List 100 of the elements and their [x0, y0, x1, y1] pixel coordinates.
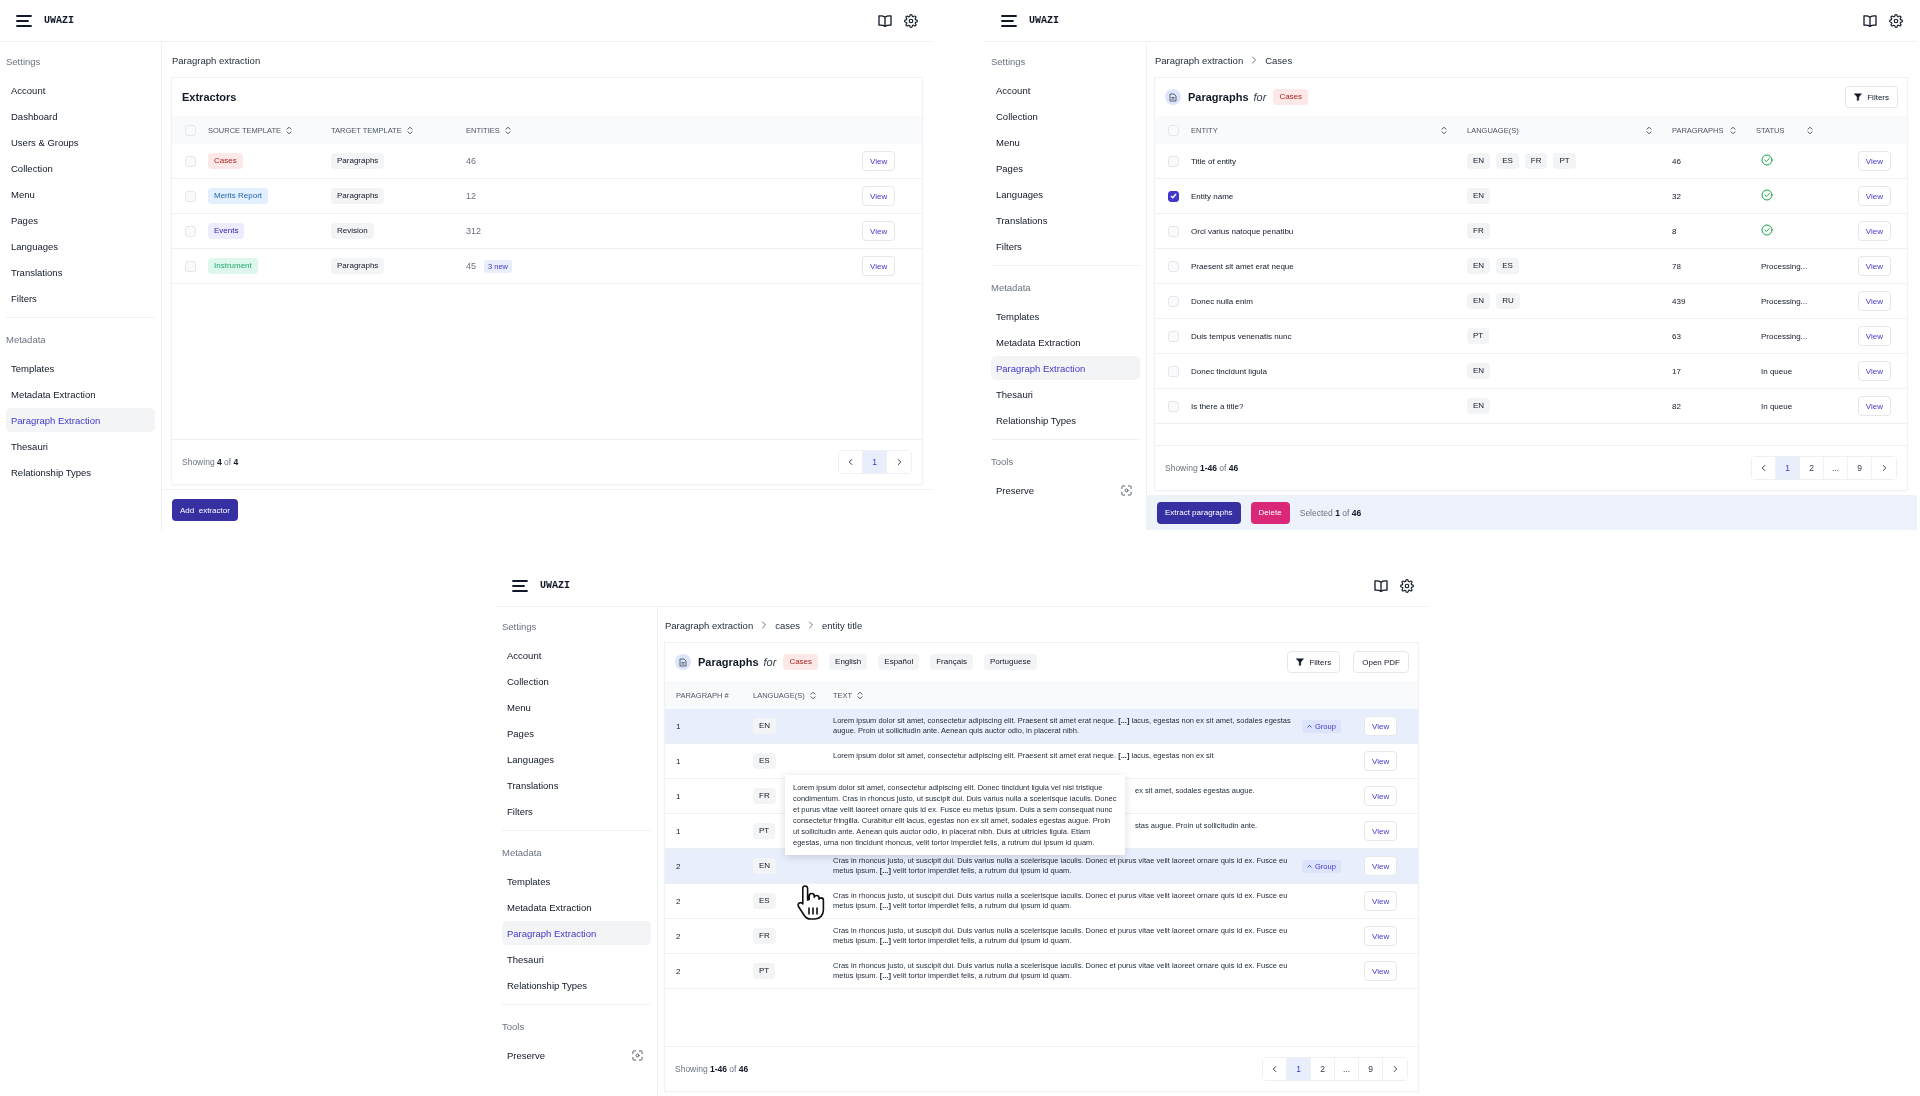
sidebar-item[interactable]: Preserve — [502, 1043, 651, 1067]
sidebar-item[interactable]: Translations — [502, 773, 651, 797]
breadcrumb-link[interactable]: entity title — [822, 619, 863, 631]
book-icon[interactable] — [1863, 14, 1877, 27]
sidebar-item[interactable]: Languages — [6, 234, 155, 258]
view-button[interactable]: View — [1857, 221, 1891, 241]
sidebar-item[interactable]: Metadata Extraction — [502, 895, 651, 919]
breadcrumb-link[interactable]: Cases — [1265, 54, 1293, 66]
sidebar-item[interactable]: Account — [502, 643, 651, 667]
language-chip[interactable]: Portuguese — [983, 654, 1037, 670]
sidebar-item[interactable]: Translations — [6, 260, 155, 284]
view-button[interactable]: View — [1857, 291, 1891, 311]
sidebar-item[interactable]: Filters — [6, 286, 155, 310]
view-button[interactable]: View — [1857, 256, 1891, 276]
paragraph-row[interactable] — [665, 709, 1418, 744]
sidebar-item[interactable]: Paragraph Extraction — [502, 921, 651, 945]
sidebar-item[interactable]: Collection — [502, 669, 651, 693]
sidebar-item[interactable]: Menu — [6, 182, 155, 206]
language-tag: PT — [1467, 328, 1490, 344]
sidebar-item[interactable]: Thesauri — [6, 434, 155, 458]
language-chip[interactable]: Español — [878, 654, 920, 670]
extract-paragraphs-button[interactable]: Extract paragraphs — [1157, 501, 1241, 524]
sidebar-item[interactable]: Templates — [991, 304, 1140, 328]
breadcrumb-link[interactable]: Paragraph extraction — [172, 54, 261, 66]
view-button[interactable]: View — [862, 256, 896, 276]
sidebar-item[interactable]: Thesauri — [991, 382, 1140, 406]
sidebar-item[interactable]: Relationship Types — [991, 408, 1140, 432]
sidebar-item[interactable]: Pages — [991, 156, 1140, 180]
sidebar-item[interactable]: Metadata Extraction — [6, 382, 155, 406]
add-extractor-button[interactable]: Add extractor — [172, 499, 238, 521]
sidebar-item[interactable]: Pages — [502, 721, 651, 745]
view-button[interactable]: View — [1364, 891, 1398, 911]
filters-button[interactable]: Filters — [1845, 86, 1898, 108]
sidebar-item[interactable]: Preserve — [991, 478, 1140, 502]
breadcrumb-link[interactable]: Paragraph extraction — [1155, 54, 1244, 66]
page-button[interactable]: 1 — [1776, 457, 1800, 479]
sidebar-item[interactable]: Templates — [502, 869, 651, 893]
sidebar-item[interactable]: Thesauri — [502, 947, 651, 971]
view-button[interactable]: View — [862, 151, 896, 171]
sidebar-item[interactable]: Templates — [6, 356, 155, 380]
view-button[interactable]: View — [1364, 786, 1398, 806]
sidebar-item[interactable]: Metadata Extraction — [991, 330, 1140, 354]
language-tag: ES — [1496, 258, 1519, 274]
filters-button[interactable]: Filters — [1287, 651, 1341, 673]
sidebar-item[interactable]: Translations — [991, 208, 1140, 232]
view-button[interactable]: View — [1364, 751, 1398, 771]
language-tag: EN — [753, 718, 777, 734]
page-button[interactable]: 1 — [863, 451, 887, 473]
view-button[interactable]: View — [1364, 821, 1398, 841]
view-button[interactable]: View — [1857, 396, 1891, 416]
sidebar-item[interactable]: Dashboard — [6, 104, 155, 128]
view-button[interactable]: View — [1857, 151, 1891, 171]
sidebar-item[interactable]: Relationship Types — [6, 460, 155, 484]
sidebar-item[interactable]: Filters — [991, 234, 1140, 258]
sidebar-item[interactable]: Collection — [6, 156, 155, 180]
menu-icon[interactable] — [512, 579, 528, 592]
sidebar-item[interactable]: Menu — [502, 695, 651, 719]
page-button[interactable]: 1 — [1287, 1058, 1311, 1080]
view-button[interactable]: View — [862, 221, 896, 241]
open-pdf-button[interactable]: Open PDF — [1353, 651, 1409, 673]
checkbox[interactable] — [1167, 190, 1179, 202]
chevron-right-icon — [1251, 56, 1258, 64]
delete-button[interactable]: Delete — [1250, 501, 1290, 524]
language-chip[interactable]: Français — [930, 654, 973, 670]
sidebar-item[interactable]: Paragraph Extraction — [991, 356, 1140, 380]
sidebar-item[interactable]: Account — [991, 78, 1140, 102]
template-tag: Merits Report — [208, 188, 268, 204]
paragraph-row[interactable] — [665, 849, 1418, 884]
sidebar-item[interactable]: Users & Groups — [6, 130, 155, 154]
sidebar-item[interactable]: Paragraph Extraction — [6, 408, 155, 432]
sidebar-item[interactable]: Filters — [502, 799, 651, 823]
settings-icon[interactable] — [1889, 13, 1903, 28]
settings-icon[interactable] — [904, 13, 918, 28]
sidebar-item[interactable]: Menu — [991, 130, 1140, 154]
view-button[interactable]: View — [1364, 961, 1398, 981]
view-button[interactable]: View — [1364, 856, 1398, 876]
view-button[interactable]: View — [1364, 926, 1398, 946]
settings-icon[interactable] — [1400, 578, 1414, 593]
caret-up-icon — [1307, 724, 1312, 728]
sidebar-item[interactable]: Pages — [6, 208, 155, 232]
language-chip[interactable]: English — [829, 654, 868, 670]
menu-icon[interactable] — [16, 14, 32, 27]
view-button[interactable]: View — [1857, 326, 1891, 346]
view-button[interactable]: View — [1364, 716, 1398, 736]
menu-icon[interactable] — [1001, 14, 1017, 27]
language-tag: EN — [1467, 293, 1491, 309]
paragraph-count: 439 — [1672, 296, 1687, 306]
book-icon[interactable] — [1374, 579, 1388, 592]
sidebar-item[interactable]: Relationship Types — [502, 973, 651, 997]
sidebar-item[interactable]: Languages — [502, 747, 651, 771]
view-button[interactable]: View — [862, 186, 896, 206]
language-tag: EN — [753, 858, 777, 874]
view-button[interactable]: View — [1857, 186, 1891, 206]
sidebar-item[interactable]: Collection — [991, 104, 1140, 128]
breadcrumb-link[interactable]: cases — [775, 619, 801, 631]
breadcrumb-link[interactable]: Paragraph extraction — [665, 619, 754, 631]
view-button[interactable]: View — [1857, 361, 1891, 381]
book-icon[interactable] — [878, 14, 892, 27]
sidebar-item[interactable]: Account — [6, 78, 155, 102]
sidebar-item[interactable]: Languages — [991, 182, 1140, 206]
